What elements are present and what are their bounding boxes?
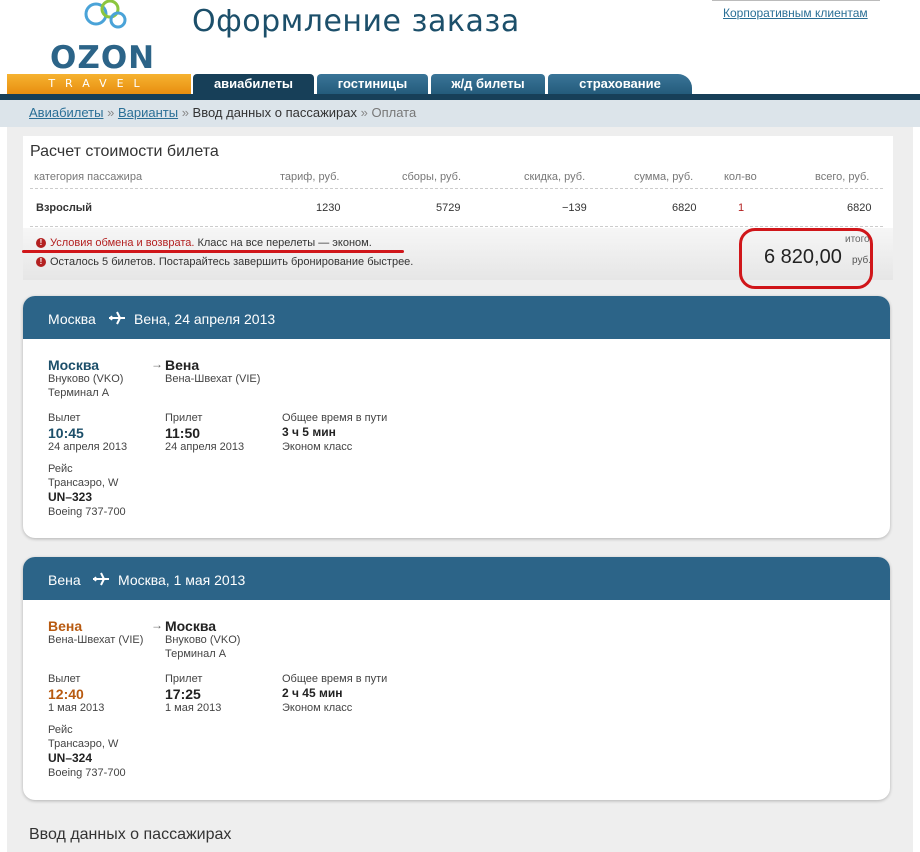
col-total: всего, руб. bbox=[815, 171, 870, 183]
brand-travel-bar: TRAVEL bbox=[7, 74, 191, 94]
depart-time: 10:45 bbox=[48, 425, 84, 441]
flight-number: UN–323 bbox=[48, 490, 93, 504]
tab-hotels[interactable]: гостиницы bbox=[317, 74, 428, 94]
tab-insurance[interactable]: страхование bbox=[548, 74, 692, 94]
depart-date: 1 мая 2013 bbox=[48, 702, 105, 714]
col-discount: скидка, руб. bbox=[524, 171, 586, 183]
info-icon: ! bbox=[36, 257, 46, 268]
divider bbox=[30, 188, 883, 189]
exchange-note: ! Условия обмена и возврата. Класс на все… bbox=[36, 237, 372, 249]
from-city: Москва bbox=[48, 357, 100, 373]
page-title: Оформление заказа bbox=[192, 4, 520, 39]
flight-label: Рейс bbox=[48, 724, 73, 736]
depart-time: 12:40 bbox=[48, 686, 84, 702]
row-total: 6820 bbox=[847, 202, 872, 214]
col-sum: сумма, руб. bbox=[634, 171, 694, 183]
corporate-clients-link[interactable]: Корпоративным клиентам bbox=[723, 6, 868, 20]
flight-label: Рейс bbox=[48, 463, 73, 475]
arrive-date: 1 мая 2013 bbox=[165, 702, 222, 714]
arrow-icon: → bbox=[151, 357, 163, 371]
tab-rail[interactable]: ж/д билеты bbox=[431, 74, 545, 94]
to-airport: Вена-Швехат (VIE) bbox=[165, 373, 261, 385]
to-terminal: Терминал А bbox=[165, 648, 227, 660]
tab-avia[interactable]: авиабилеты bbox=[193, 74, 314, 94]
breadcrumb: Авиабилеты » Варианты » Ввод данных о па… bbox=[29, 105, 417, 120]
brand-name: OZON bbox=[50, 40, 156, 76]
plane-icon bbox=[109, 311, 125, 325]
depart-date: 24 апреля 2013 bbox=[48, 441, 128, 453]
breadcrumb-avia[interactable]: Авиабилеты bbox=[29, 105, 103, 120]
from-airport: Внуково (VKO) bbox=[48, 373, 124, 385]
highlight-underline bbox=[22, 250, 404, 253]
to-city: Москва bbox=[165, 618, 217, 634]
divider bbox=[712, 0, 880, 1]
breadcrumb-payment: Оплата bbox=[371, 105, 417, 120]
arrive-label: Прилет bbox=[165, 673, 203, 685]
row-sum: 6820 bbox=[672, 202, 697, 214]
to-airport: Внуково (VKO) bbox=[165, 634, 241, 646]
arrow-icon: → bbox=[151, 618, 163, 632]
row-category: Взрослый bbox=[36, 202, 92, 214]
col-tariff: тариф, руб. bbox=[280, 171, 340, 183]
price-title: Расчет стоимости билета bbox=[30, 143, 219, 160]
travel-class: Эконом класс bbox=[282, 441, 353, 453]
arrive-date: 24 апреля 2013 bbox=[165, 441, 245, 453]
from-city: Вена bbox=[48, 618, 83, 634]
col-category: категория пассажира bbox=[34, 171, 143, 183]
col-fees: сборы, руб. bbox=[402, 171, 462, 183]
duration: 2 ч 45 мин bbox=[282, 686, 343, 700]
exchange-conditions-link[interactable]: Условия обмена и возврата. bbox=[50, 237, 194, 249]
airline: Трансаэро, W bbox=[48, 477, 119, 489]
breadcrumb-variants[interactable]: Варианты bbox=[118, 105, 178, 120]
row-discount: −139 bbox=[562, 202, 587, 214]
arrive-time: 11:50 bbox=[165, 425, 201, 441]
from-airport: Вена-Швехат (VIE) bbox=[48, 634, 144, 646]
flight-header-outbound: Москва Вена, 24 апреля 2013 bbox=[23, 296, 890, 339]
aircraft: Boeing 737-700 bbox=[48, 506, 126, 518]
duration: 3 ч 5 мин bbox=[282, 425, 336, 439]
depart-label: Вылет bbox=[48, 673, 81, 685]
travel-class: Эконом класс bbox=[282, 702, 353, 714]
row-tariff: 1230 bbox=[316, 202, 341, 214]
airline: Трансаэро, W bbox=[48, 738, 119, 750]
to-city: Вена bbox=[165, 357, 200, 373]
from-terminal: Терминал А bbox=[48, 387, 110, 399]
arrive-label: Прилет bbox=[165, 412, 203, 424]
flight-header-return: Вена Москва, 1 мая 2013 bbox=[23, 557, 890, 600]
duration-label: Общее время в пути bbox=[282, 673, 388, 685]
row-fees: 5729 bbox=[436, 202, 461, 214]
passengers-section-title: Ввод данных о пассажирах bbox=[29, 826, 232, 843]
row-qty: 1 bbox=[738, 202, 745, 214]
arrive-time: 17:25 bbox=[165, 686, 201, 702]
divider bbox=[30, 226, 883, 227]
aircraft: Boeing 737-700 bbox=[48, 767, 126, 779]
info-icon: ! bbox=[36, 238, 46, 249]
highlight-circle bbox=[739, 228, 873, 289]
col-qty: кол-во bbox=[724, 171, 757, 183]
breadcrumb-current: Ввод данных о пассажирах bbox=[192, 105, 358, 120]
plane-icon bbox=[93, 572, 109, 586]
tickets-left-note: ! Осталось 5 билетов. Постарайтесь заверш… bbox=[36, 256, 413, 268]
flight-number: UN–324 bbox=[48, 751, 93, 765]
depart-label: Вылет bbox=[48, 412, 81, 424]
duration-label: Общее время в пути bbox=[282, 412, 388, 424]
